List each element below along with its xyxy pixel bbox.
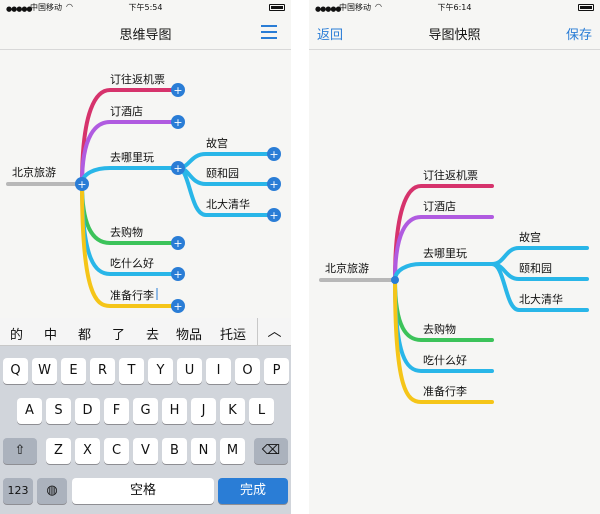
key-g[interactable]: G <box>133 398 158 424</box>
key-i[interactable]: I <box>206 358 231 384</box>
candidate-item[interactable]: 都 <box>78 324 91 343</box>
mindmap-snapshot-screen: ●●●●● 中国移动 ◠ 下午6:14 返回 导图快照 保存 北京旅游 订往返机… <box>309 0 600 514</box>
key-d[interactable]: D <box>75 398 100 424</box>
svg-text:+: + <box>77 178 86 191</box>
branch-label-shopping: 去购物 <box>423 322 456 336</box>
candidate-bar: 的 中 都 了 去 物品 托运 ︿ <box>0 318 291 346</box>
key-s[interactable]: S <box>46 398 71 424</box>
mindmap-snapshot-canvas: 北京旅游 订往返机票 订酒店 去哪里玩 去购物 吃什么好 准备行李 故宫 颐和园… <box>319 168 589 404</box>
branch-label-play: 去哪里玩 <box>423 247 467 260</box>
add-node-button-flight[interactable]: + <box>171 83 185 97</box>
sub-label-gugong: 故宫 <box>519 230 541 244</box>
key-u[interactable]: U <box>177 358 202 384</box>
globe-icon[interactable]: ◍ <box>37 478 67 504</box>
sub-label-yiheyuan[interactable]: 颐和园 <box>206 167 239 180</box>
key-a[interactable]: A <box>17 398 42 424</box>
candidate-item[interactable]: 了 <box>112 324 125 343</box>
svg-text:+: + <box>269 178 278 191</box>
key-b[interactable]: B <box>162 438 187 464</box>
branch-label-flight[interactable]: 订往返机票 <box>110 72 165 86</box>
key-o[interactable]: O <box>235 358 260 384</box>
add-node-button-shopping[interactable]: + <box>171 236 185 250</box>
branch-line-play <box>80 166 180 186</box>
key-j[interactable]: J <box>191 398 216 424</box>
keyboard: 的 中 都 了 去 物品 托运 ︿ Q W E R T Y U I O P A … <box>0 318 291 514</box>
add-node-button-hotel[interactable]: + <box>171 115 185 129</box>
add-node-button-food[interactable]: + <box>171 267 185 281</box>
branch-label-flight: 订往返机票 <box>423 168 478 182</box>
key-m[interactable]: M <box>220 438 245 464</box>
key-n[interactable]: N <box>191 438 216 464</box>
key-v[interactable]: V <box>133 438 158 464</box>
key-k[interactable]: K <box>220 398 245 424</box>
svg-text:+: + <box>269 209 278 222</box>
sub-label-pku: 北大清华 <box>519 292 563 306</box>
mindmap-canvas: 北京旅游 订往返机票 订酒店 去哪里玩 去购物 吃什么好 准备行李 故宫 颐和园… <box>6 72 281 313</box>
svg-text:+: + <box>173 300 182 313</box>
add-node-button-root[interactable]: + <box>75 177 89 191</box>
add-node-button-pku[interactable]: + <box>267 208 281 222</box>
key-f[interactable]: F <box>104 398 129 424</box>
add-node-button-gugong[interactable]: + <box>267 147 281 161</box>
branch-label-luggage[interactable]: 准备行李 <box>110 288 154 302</box>
branch-label-hotel[interactable]: 订酒店 <box>110 104 143 118</box>
branch-label-hotel: 订酒店 <box>423 199 456 213</box>
root-label[interactable]: 北京旅游 <box>12 165 56 179</box>
sub-line-gugong <box>176 152 276 170</box>
key-l[interactable]: L <box>249 398 274 424</box>
done-key[interactable]: 完成 <box>218 478 288 504</box>
candidate-item[interactable]: 中 <box>44 324 57 343</box>
branch-label-food: 吃什么好 <box>423 353 467 367</box>
sub-label-gugong[interactable]: 故宫 <box>206 136 228 150</box>
branch-label-luggage: 准备行李 <box>423 384 467 398</box>
sub-label-yiheyuan: 颐和园 <box>519 262 552 275</box>
svg-text:+: + <box>173 237 182 250</box>
backspace-key[interactable]: ⌫ <box>254 438 288 464</box>
add-node-button-luggage[interactable]: + <box>171 299 185 313</box>
chevron-up-icon[interactable]: ︿ <box>257 318 291 346</box>
add-node-button-yiheyuan[interactable]: + <box>267 177 281 191</box>
candidate-item[interactable]: 物品 <box>176 324 202 343</box>
key-e[interactable]: E <box>61 358 86 384</box>
svg-text:+: + <box>269 148 278 161</box>
branch-label-food[interactable]: 吃什么好 <box>110 256 154 270</box>
numbers-key[interactable]: 123 <box>3 478 33 504</box>
candidate-item[interactable]: 托运 <box>220 324 246 343</box>
key-w[interactable]: W <box>32 358 57 384</box>
add-node-button-play[interactable]: + <box>171 161 185 175</box>
shift-key[interactable]: ⇧ <box>3 438 37 464</box>
branch-label-shopping[interactable]: 去购物 <box>110 225 143 239</box>
branch-line-play <box>393 262 494 282</box>
space-key[interactable]: 空格 <box>72 478 214 504</box>
key-r[interactable]: R <box>90 358 115 384</box>
key-h[interactable]: H <box>162 398 187 424</box>
mindmap-editor-screen: ●●●●● 中国移动 ◠ 下午5:54 思维导图 北京旅游 订往返机票 订酒店 … <box>0 0 291 514</box>
key-x[interactable]: X <box>75 438 100 464</box>
key-y[interactable]: Y <box>148 358 173 384</box>
candidate-item[interactable]: 去 <box>146 324 159 343</box>
svg-text:+: + <box>173 84 182 97</box>
branch-label-play[interactable]: 去哪里玩 <box>110 151 154 164</box>
key-t[interactable]: T <box>119 358 144 384</box>
root-node-dot <box>391 276 399 284</box>
key-c[interactable]: C <box>104 438 129 464</box>
key-p[interactable]: P <box>264 358 289 384</box>
candidate-item[interactable]: 的 <box>10 324 23 343</box>
svg-text:+: + <box>173 268 182 281</box>
sub-label-pku[interactable]: 北大清华 <box>206 197 250 211</box>
key-z[interactable]: Z <box>46 438 71 464</box>
key-q[interactable]: Q <box>3 358 28 384</box>
svg-text:+: + <box>173 162 182 175</box>
root-label: 北京旅游 <box>325 261 369 275</box>
svg-text:+: + <box>173 116 182 129</box>
